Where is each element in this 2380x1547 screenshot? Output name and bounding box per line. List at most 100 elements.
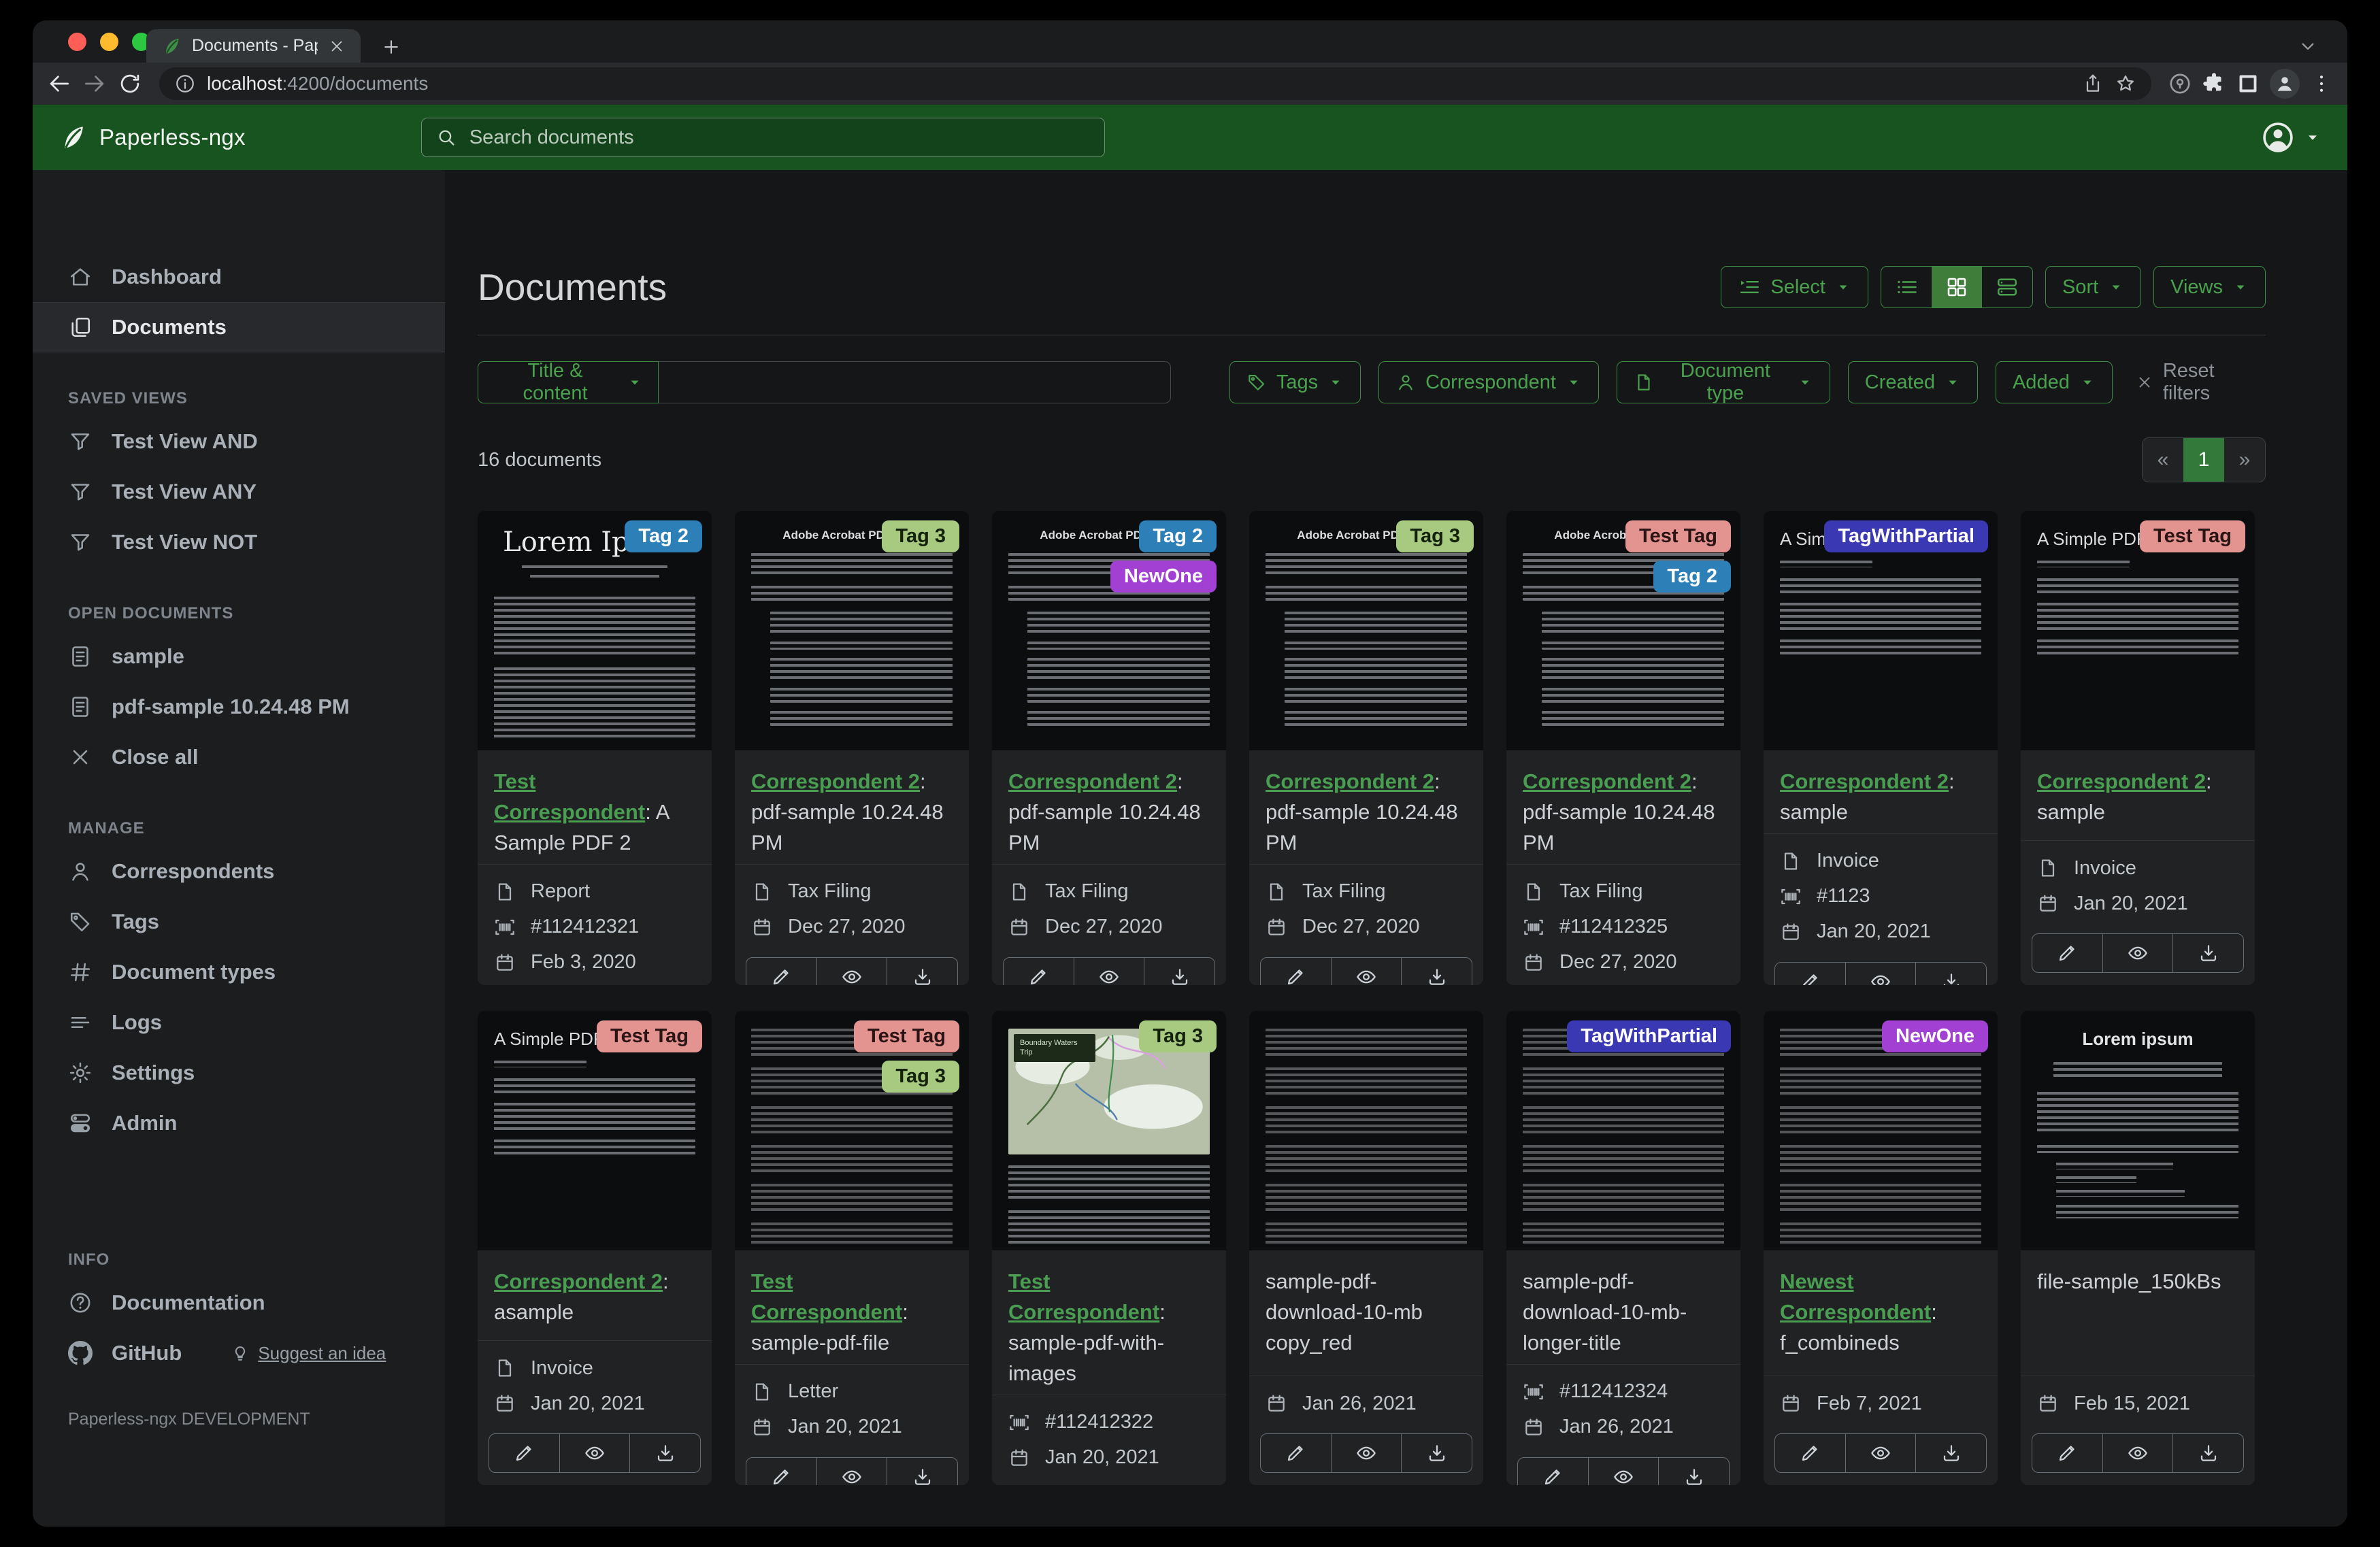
tag-badge[interactable]: TagWithPartial <box>1567 1020 1731 1052</box>
sidebar-item-correspondents[interactable]: Correspondents <box>33 846 445 897</box>
back-button[interactable] <box>46 71 72 97</box>
download-button[interactable] <box>887 957 957 985</box>
new-tab-button[interactable] <box>381 37 401 57</box>
correspondent-link[interactable]: Newest Correspondent <box>1780 1269 1931 1324</box>
detail-view-button[interactable] <box>1982 267 2032 307</box>
download-button[interactable] <box>1144 957 1214 985</box>
tag-badge[interactable]: Tag 2 <box>1139 520 1217 552</box>
document-title[interactable]: Newest Correspondent: f_combineds <box>1764 1250 1998 1364</box>
correspondent-link[interactable]: Correspondent 2 <box>751 769 920 793</box>
sidebar-item-test-view-any[interactable]: Test View ANY <box>33 467 445 517</box>
filter-tags-button[interactable]: Tags <box>1229 361 1361 403</box>
sidebar-item-pdf-sample-10-24-48-pm[interactable]: pdf-sample 10.24.48 PM <box>33 682 445 732</box>
edit-button[interactable] <box>1004 958 1074 985</box>
document-title[interactable]: sample-pdf-download-10-mb-longer-title <box>1506 1250 1740 1364</box>
document-thumbnail[interactable]: TagWithPartial <box>1506 1011 1740 1250</box>
tag-badge[interactable]: TagWithPartial <box>1824 520 1988 552</box>
tag-badge[interactable]: Tag 3 <box>882 520 959 552</box>
browser-profile-avatar[interactable] <box>2270 69 2300 99</box>
tag-badge[interactable]: Tag 3 <box>882 1061 959 1093</box>
document-thumbnail[interactable] <box>1249 1011 1483 1250</box>
view-button[interactable] <box>1845 962 1916 985</box>
view-button[interactable] <box>1330 957 1402 985</box>
edit-button[interactable] <box>746 958 816 985</box>
document-title[interactable]: Test Correspondent: sample-pdf-file <box>735 1250 969 1364</box>
document-title[interactable]: file-sample_150kBs <box>2021 1250 2255 1303</box>
download-button[interactable] <box>1401 1434 1472 1472</box>
document-thumbnail[interactable]: Lorem ipsum <box>2021 1011 2255 1250</box>
download-button[interactable] <box>629 1434 700 1472</box>
tag-badge[interactable]: Tag 3 <box>1139 1020 1217 1052</box>
document-thumbnail[interactable]: A Simple PDF FileTagWithPartial <box>1764 511 1998 750</box>
document-thumbnail[interactable]: Adobe Acrobat PDF Files Test Tag Tag 2 <box>1506 511 1740 750</box>
suggest-an-idea-link[interactable]: Suggest an idea <box>231 1343 386 1364</box>
sidebar-item-close-all[interactable]: Close all <box>33 732 445 782</box>
document-title[interactable]: Correspondent 2: sample <box>1764 750 1998 833</box>
document-thumbnail[interactable]: Lorem Ipsum Tag 2 <box>478 511 712 750</box>
document-title[interactable]: Correspondent 2: asample <box>478 1250 712 1333</box>
sidepanel-icon[interactable] <box>2236 71 2260 96</box>
correspondent-link[interactable]: Correspondent 2 <box>1266 769 1434 793</box>
edit-button[interactable] <box>1775 1434 1845 1472</box>
site-info-icon[interactable] <box>174 73 196 95</box>
view-button[interactable] <box>2102 1434 2173 1472</box>
download-button[interactable] <box>2172 934 2243 972</box>
view-button[interactable] <box>1330 1434 1402 1472</box>
edit-button[interactable] <box>1261 1434 1331 1472</box>
sidebar-item-documentation[interactable]: Documentation <box>33 1278 445 1328</box>
document-title[interactable]: Correspondent 2: pdf-sample 10.24.48 PM <box>992 750 1226 864</box>
document-thumbnail[interactable]: Adobe Acrobat PDF Files Tag 3 <box>1249 511 1483 750</box>
document-thumbnail[interactable]: Boundary Waters Trip Tag 3 <box>992 1011 1226 1250</box>
download-button[interactable] <box>1401 957 1472 985</box>
tag-badge[interactable]: Tag 2 <box>1653 561 1731 593</box>
view-button[interactable] <box>559 1434 630 1472</box>
tag-badge[interactable]: Test Tag <box>854 1020 959 1052</box>
sidebar-item-test-view-not[interactable]: Test View NOT <box>33 517 445 567</box>
download-button[interactable] <box>1915 962 1986 985</box>
user-menu[interactable] <box>2260 120 2321 155</box>
view-button[interactable] <box>816 957 887 985</box>
minimize-window-button[interactable] <box>100 33 118 51</box>
filter-document-type-button[interactable]: Document type <box>1616 360 1830 404</box>
sidebar-item-test-view-and[interactable]: Test View AND <box>33 416 445 467</box>
previous-page-button[interactable]: « <box>2143 438 2183 482</box>
document-title[interactable]: Correspondent 2: pdf-sample 10.24.48 PM <box>1506 750 1740 864</box>
bookmark-icon[interactable] <box>2115 73 2136 95</box>
correspondent-link[interactable]: Correspondent 2 <box>2037 769 2206 793</box>
document-thumbnail[interactable]: Adobe Acrobat PDF Files Tag 3 <box>735 511 969 750</box>
select-button[interactable]: Select <box>1721 266 1868 308</box>
sidebar-item-settings[interactable]: Settings <box>33 1048 445 1098</box>
next-page-button[interactable]: » <box>2224 438 2265 482</box>
sidebar-item-dashboard[interactable]: Dashboard <box>33 252 445 302</box>
tag-badge[interactable]: Test Tag <box>597 1020 702 1052</box>
password-manager-icon[interactable] <box>2168 71 2192 96</box>
search-input[interactable] <box>467 125 1091 150</box>
reload-button[interactable] <box>117 71 143 97</box>
tag-badge[interactable]: Test Tag <box>2140 520 2245 552</box>
grid-view-button[interactable] <box>1931 267 1982 307</box>
filter-added-button[interactable]: Added <box>1995 361 2113 403</box>
sidebar-item-admin[interactable]: Admin <box>33 1098 445 1148</box>
filter-text-input[interactable] <box>659 361 1171 403</box>
sidebar-item-documents[interactable]: Documents <box>33 302 445 352</box>
document-title[interactable]: Correspondent 2: pdf-sample 10.24.48 PM <box>1249 750 1483 864</box>
edit-button[interactable] <box>489 1434 559 1472</box>
global-search[interactable] <box>420 118 1105 157</box>
correspondent-link[interactable]: Test Correspondent <box>494 769 645 824</box>
correspondent-link[interactable]: Correspondent 2 <box>494 1269 663 1293</box>
edit-button[interactable] <box>1775 963 1845 985</box>
correspondent-link[interactable]: Test Correspondent <box>1008 1269 1159 1324</box>
sort-button[interactable]: Sort <box>2045 266 2142 308</box>
address-bar[interactable]: localhost:4200/documents <box>159 67 2151 100</box>
sidebar-item-tags[interactable]: Tags <box>33 897 445 947</box>
browser-menu-icon[interactable] <box>2309 71 2334 96</box>
document-title[interactable]: Correspondent 2: pdf-sample 10.24.48 PM <box>735 750 969 864</box>
sidebar-item-github[interactable]: GitHub Suggest an idea <box>33 1328 445 1378</box>
current-page-button[interactable]: 1 <box>2183 438 2224 482</box>
document-thumbnail[interactable]: Adobe Acrobat PDF Files Tag 2 NewOne <box>992 511 1226 750</box>
view-button[interactable] <box>1587 1457 1659 1485</box>
correspondent-link[interactable]: Correspondent 2 <box>1780 769 1949 793</box>
edit-button[interactable] <box>2032 1434 2102 1472</box>
tag-badge[interactable]: Tag 3 <box>1396 520 1474 552</box>
document-thumbnail[interactable]: Test Tag Tag 3 <box>735 1011 969 1250</box>
